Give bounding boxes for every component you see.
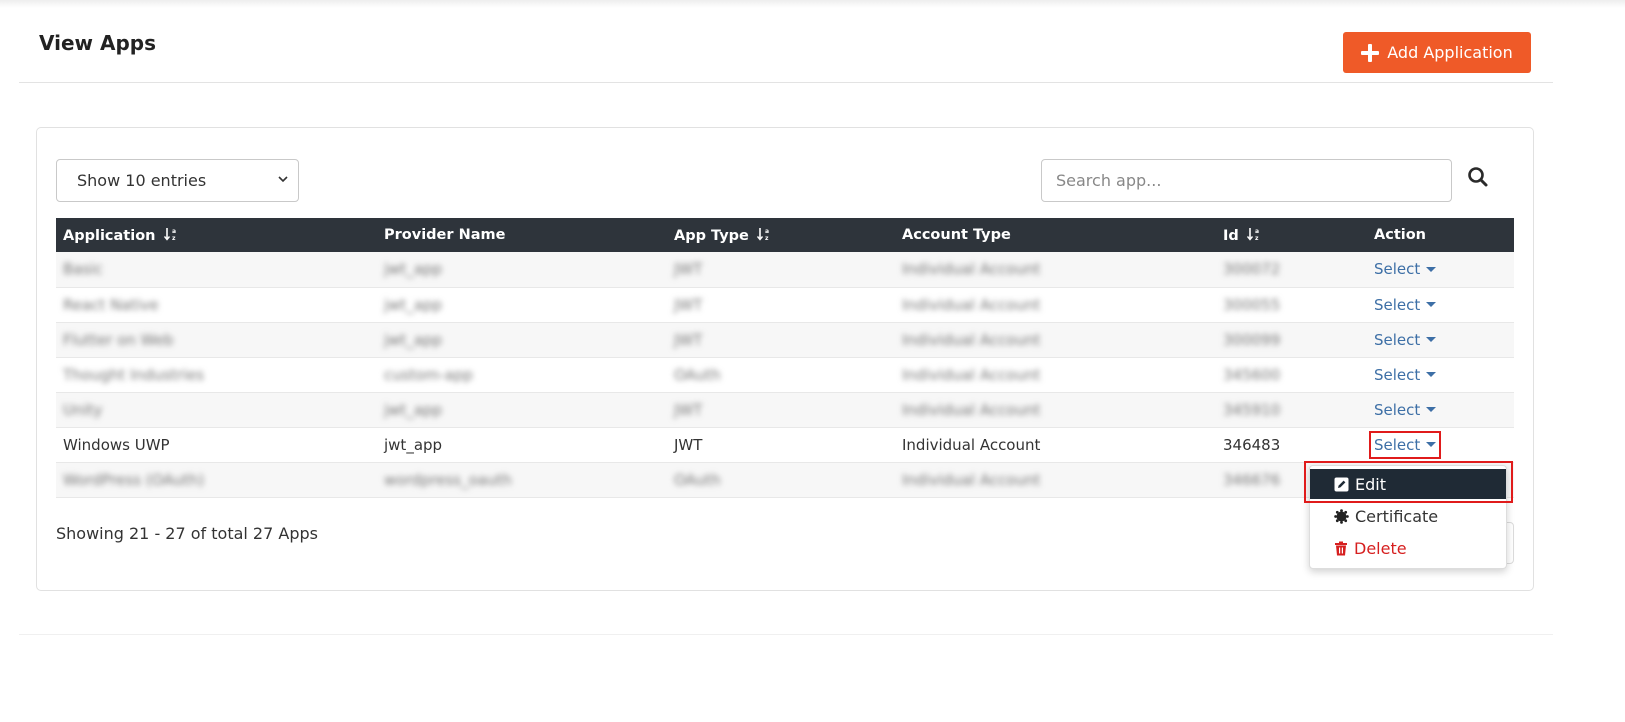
cell-id: 300072 [1223, 260, 1281, 279]
cell-account-type: Individual Account [902, 330, 1041, 349]
caret-down-icon [1426, 302, 1437, 307]
entries-length-select[interactable]: Show 10 entries [56, 159, 299, 202]
divider [19, 634, 1553, 635]
add-application-button[interactable]: Add Application [1343, 32, 1531, 73]
svg-text:a: a [1255, 228, 1259, 235]
table-row: Unity jwt_app JWT Individual Account 345… [56, 392, 1514, 427]
table-row: Basic jwt_app JWT Individual Account 300… [56, 252, 1514, 287]
apps-table: Application a z Provider Name App Type a… [56, 218, 1514, 498]
select-action-button[interactable]: Select [1374, 401, 1437, 419]
table-row: Flutter on Web jwt_app JWT Individual Ac… [56, 322, 1514, 357]
cell-app-type: OAuth [674, 365, 721, 384]
table-header-row: Application a z Provider Name App Type a… [56, 218, 1514, 252]
edit-icon [1334, 477, 1349, 491]
cell-account-type: Individual Account [902, 435, 1041, 454]
cell-app-type: JWT [674, 400, 703, 419]
cell-id: 300055 [1223, 295, 1281, 314]
cell-action: Select [1367, 427, 1514, 462]
page-title: View Apps [39, 31, 157, 55]
entries-length-value: Show 10 entries [77, 171, 207, 190]
top-shadow [0, 0, 1625, 8]
cell-app-type: JWT [674, 435, 703, 454]
plus-icon [1361, 43, 1380, 62]
header-action: Action [1374, 227, 1427, 243]
sort-alpha-icon: a z [1246, 227, 1259, 241]
dropdown-certificate[interactable]: Certificate [1310, 501, 1506, 531]
svg-text:z: z [1255, 235, 1259, 241]
header-provider: Provider Name [384, 227, 506, 243]
select-action-button[interactable]: Select [1374, 296, 1437, 314]
cell-action: Select [1367, 287, 1514, 322]
cell-provider: jwt_app [384, 330, 443, 349]
chevron-down-icon [278, 176, 288, 183]
cell-account-type: Individual Account [902, 260, 1041, 279]
select-action-button-active[interactable]: Select [1368, 430, 1442, 459]
cell-provider: custom-app [384, 365, 473, 384]
cell-app-type: OAuth [674, 470, 721, 489]
svg-text:z: z [172, 235, 176, 241]
cell-account-type: Individual Account [902, 365, 1041, 384]
svg-text:a: a [172, 228, 176, 235]
certificate-icon [1334, 508, 1349, 524]
header-id[interactable]: Id a z [1216, 218, 1367, 252]
caret-down-icon [1426, 407, 1437, 412]
table-row: Thought Industries custom-app OAuth Indi… [56, 357, 1514, 392]
caret-down-icon [1426, 442, 1437, 447]
search-input[interactable] [1041, 159, 1452, 202]
header-application[interactable]: Application a z [56, 218, 377, 252]
cell-account-type: Individual Account [902, 470, 1041, 489]
header-account-type: Account Type [902, 227, 1011, 243]
showing-info: Showing 21 - 27 of total 27 Apps [56, 524, 318, 543]
table-row: Windows UWP jwt_app JWT Individual Accou… [56, 427, 1514, 462]
add-application-label: Add Application [1387, 43, 1513, 62]
dropdown-delete[interactable]: Delete [1310, 533, 1506, 563]
dropdown-edit[interactable]: Edit [1310, 469, 1506, 499]
caret-down-icon [1426, 372, 1437, 377]
caret-down-icon [1426, 266, 1437, 272]
search-icon[interactable] [1464, 163, 1494, 193]
select-action-button[interactable]: Select [1374, 331, 1437, 349]
cell-application: Unity [63, 400, 103, 419]
page-header: View Apps Add Application [19, 24, 1553, 83]
cell-action: Select [1367, 252, 1514, 287]
select-action-button[interactable]: Select [1374, 366, 1437, 384]
cell-action: Select [1367, 392, 1514, 427]
cell-id: 345910 [1223, 400, 1281, 419]
cell-application: Thought Industries [63, 365, 205, 384]
cell-provider: jwt_app [384, 295, 443, 314]
cell-account-type: Individual Account [902, 400, 1041, 419]
cell-action: Select [1367, 322, 1514, 357]
cell-app-type: JWT [674, 260, 703, 279]
cell-provider: wordpress_oauth [384, 470, 512, 489]
table-row: React Native jwt_app JWT Individual Acco… [56, 287, 1514, 322]
svg-text:a: a [765, 228, 769, 235]
header-app-type[interactable]: App Type a z [667, 218, 895, 252]
cell-provider: jwt_app [384, 400, 443, 419]
cell-app-type: JWT [674, 330, 703, 349]
trash-icon [1335, 541, 1347, 555]
sort-alpha-icon: a z [756, 227, 769, 241]
cell-provider: jwt_app [384, 260, 443, 279]
table-row: WordPress (OAuth) wordpress_oauth OAuth … [56, 462, 1514, 497]
caret-down-icon [1426, 337, 1437, 342]
cell-action: Select [1367, 357, 1514, 392]
cell-account-type: Individual Account [902, 295, 1041, 314]
cell-application: React Native [63, 295, 159, 314]
cell-application: WordPress (OAuth) [63, 470, 205, 489]
cell-app-type: JWT [674, 295, 703, 314]
sort-alpha-icon: a z [163, 227, 176, 241]
cell-id: 300099 [1223, 330, 1281, 349]
cell-application: Windows UWP [63, 435, 170, 454]
svg-text:z: z [765, 235, 769, 241]
cell-id: 345600 [1223, 365, 1281, 384]
select-action-button[interactable]: Select [1374, 260, 1437, 278]
cell-id: 346483 [1223, 435, 1281, 454]
cell-provider: jwt_app [384, 435, 443, 454]
action-dropdown-menu: Edit Certificate Delete [1309, 465, 1507, 569]
cell-application: Flutter on Web [63, 330, 174, 349]
cell-application: Basic [63, 260, 103, 279]
